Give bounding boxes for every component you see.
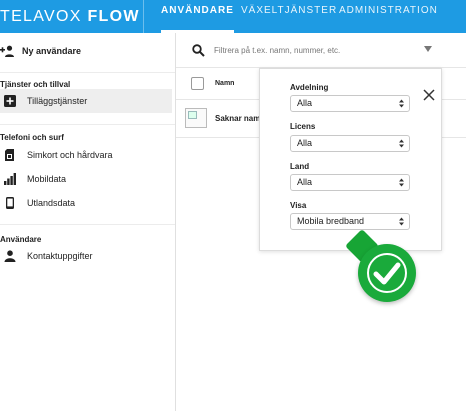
select-arrows-icon [399, 99, 404, 108]
brand-logo[interactable]: TELAVOX FLOW [0, 0, 140, 33]
select-all-checkbox[interactable] [191, 77, 204, 90]
sidebar-item-label: Tilläggstjänster [27, 96, 88, 106]
section-heading-services: Tjänster och tillval [0, 80, 71, 89]
sidebar-item-label: Kontaktuppgifter [27, 251, 93, 261]
brand-name-bold: FLOW [87, 8, 140, 25]
search-input[interactable] [214, 42, 434, 58]
checkmark-icon [373, 262, 401, 285]
nav-divider [143, 0, 144, 33]
new-user-button[interactable]: Ny användare [0, 41, 81, 61]
sidebar-item-label: Mobildata [27, 174, 67, 184]
add-box-icon [4, 95, 16, 107]
sidebar-item-mobile-data[interactable]: Mobildata [0, 167, 172, 191]
add-user-icon [0, 45, 14, 57]
sidebar-item-roaming-data[interactable]: Utlandsdata [0, 191, 172, 215]
filter-toggle-caret-icon[interactable] [424, 46, 432, 52]
sidebar-divider [0, 124, 175, 125]
filter-label-license: Licens [290, 122, 316, 131]
avatar-image-icon [185, 108, 207, 128]
column-header-name[interactable]: Namn [215, 80, 234, 87]
select-arrows-icon [399, 217, 404, 226]
sidebar-divider [0, 72, 175, 73]
search-bar [176, 33, 466, 67]
close-icon[interactable] [423, 89, 435, 101]
sidebar-divider [0, 224, 175, 225]
person-icon [4, 250, 16, 262]
sidebar-item-sim-hardware[interactable]: Simkort och hårdvara [0, 143, 172, 167]
select-arrows-icon [399, 139, 404, 148]
filter-select-license[interactable]: Alla [290, 135, 410, 152]
filter-select-value: Alla [297, 177, 313, 187]
select-arrows-icon [399, 178, 404, 187]
filter-select-value: Alla [297, 138, 313, 148]
sim-card-icon [5, 149, 14, 161]
search-icon [192, 44, 205, 57]
section-heading-users: Användare [0, 235, 42, 244]
nav-tab-users[interactable]: ANVÄNDARE [161, 0, 234, 33]
nav-tab-administration[interactable]: ADMINISTRATION [339, 0, 438, 33]
brand-name-light: TELAVOX [0, 8, 82, 25]
filter-select-department[interactable]: Alla [290, 95, 410, 112]
sidebar-item-additional-services[interactable]: Tilläggstjänster [0, 89, 172, 113]
sidebar-item-label: Simkort och hårdvara [27, 150, 113, 160]
filter-label-country: Land [290, 162, 310, 171]
nav-tab-switchboard-services[interactable]: VÄXELTJÄNSTER [241, 0, 337, 33]
new-user-label: Ny användare [22, 46, 82, 56]
sidebar-item-label: Utlandsdata [27, 198, 76, 208]
filter-label-department: Avdelning [290, 83, 329, 92]
filter-label-show: Visa [290, 201, 307, 210]
signal-bars-icon [4, 173, 16, 185]
filter-select-value: Mobila bredband [297, 216, 365, 226]
filter-select-show[interactable]: Mobila bredband [290, 213, 410, 230]
filter-select-value: Alla [297, 98, 313, 108]
sidebar: Ny användare Tjänster och tillval Tilläg… [0, 33, 175, 411]
sidebar-item-contact-details[interactable]: Kontaktuppgifter [0, 244, 172, 268]
top-navigation-bar: TELAVOX FLOW ANVÄNDARE VÄXELTJÄNSTER ADM… [0, 0, 466, 33]
section-heading-telephony: Telefoni och surf [0, 133, 64, 142]
filter-select-country[interactable]: Alla [290, 174, 410, 191]
phone-icon [6, 197, 14, 209]
row-user-name: Saknar namn [215, 114, 259, 123]
